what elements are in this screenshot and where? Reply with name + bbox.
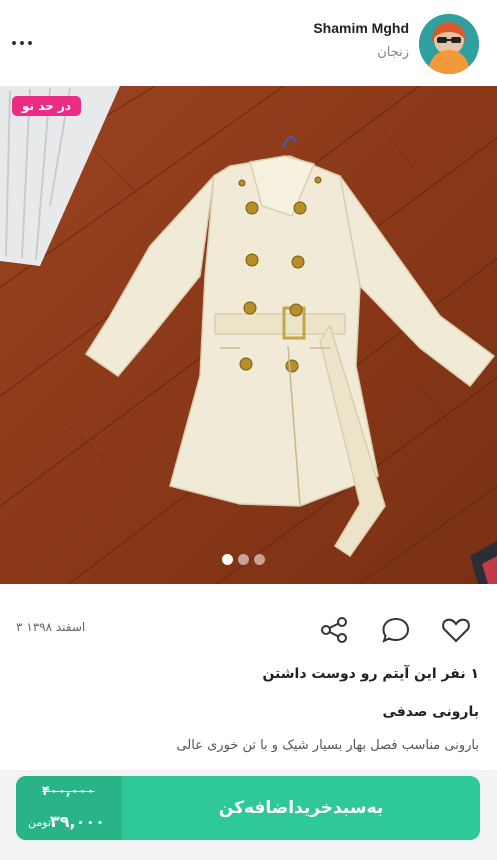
- currency-label: تومن: [28, 816, 52, 829]
- image-pagination[interactable]: [222, 554, 265, 565]
- post-date: ۳ اسفند ۱۳۹۸: [16, 620, 86, 634]
- username[interactable]: Shamim Mghd: [313, 20, 409, 36]
- likes-count[interactable]: ۱ نفر این آیتم رو دوست داشتن: [262, 666, 479, 682]
- avatar[interactable]: [419, 14, 479, 74]
- pagination-dot[interactable]: [238, 554, 249, 565]
- add-to-cart-label[interactable]: به‌سبد‌خرید‌اضافه‌کن: [122, 776, 480, 840]
- pagination-dot[interactable]: [254, 554, 265, 565]
- product-description: بارونی مناسب فصل بهار بسیار شیک و با تن …: [176, 738, 479, 753]
- more-options-icon[interactable]: [12, 38, 36, 48]
- coat-image: [0, 86, 497, 584]
- dot: [20, 41, 24, 45]
- dot: [28, 41, 32, 45]
- avatar-image: [419, 14, 479, 74]
- dot: [12, 41, 16, 45]
- old-price: ۴۰۰,۰۰۰: [42, 784, 95, 799]
- user-info[interactable]: Shamim Mghd زنجان: [313, 20, 409, 60]
- product-title: بارونی صدفی: [382, 704, 479, 720]
- share-icon[interactable]: [318, 614, 350, 646]
- comment-bubble-icon[interactable]: [380, 614, 412, 646]
- heart-icon[interactable]: [440, 614, 472, 646]
- condition-badge: در حد نو: [12, 96, 82, 116]
- post-header: Shamim Mghd زنجان: [0, 0, 497, 86]
- new-price: ۳۹,۰۰۰: [50, 812, 105, 831]
- add-to-cart-button[interactable]: ۴۰۰,۰۰۰ ۳۹,۰۰۰ تومن به‌سبد‌خرید‌اضافه‌کن: [16, 776, 480, 840]
- pagination-dot-active[interactable]: [222, 554, 233, 565]
- post-actions: ۳ اسفند ۱۳۹۸: [0, 606, 497, 654]
- price-box: ۴۰۰,۰۰۰ ۳۹,۰۰۰ تومن: [16, 776, 122, 840]
- user-location: زنجان: [377, 45, 409, 60]
- product-photo[interactable]: [0, 86, 497, 584]
